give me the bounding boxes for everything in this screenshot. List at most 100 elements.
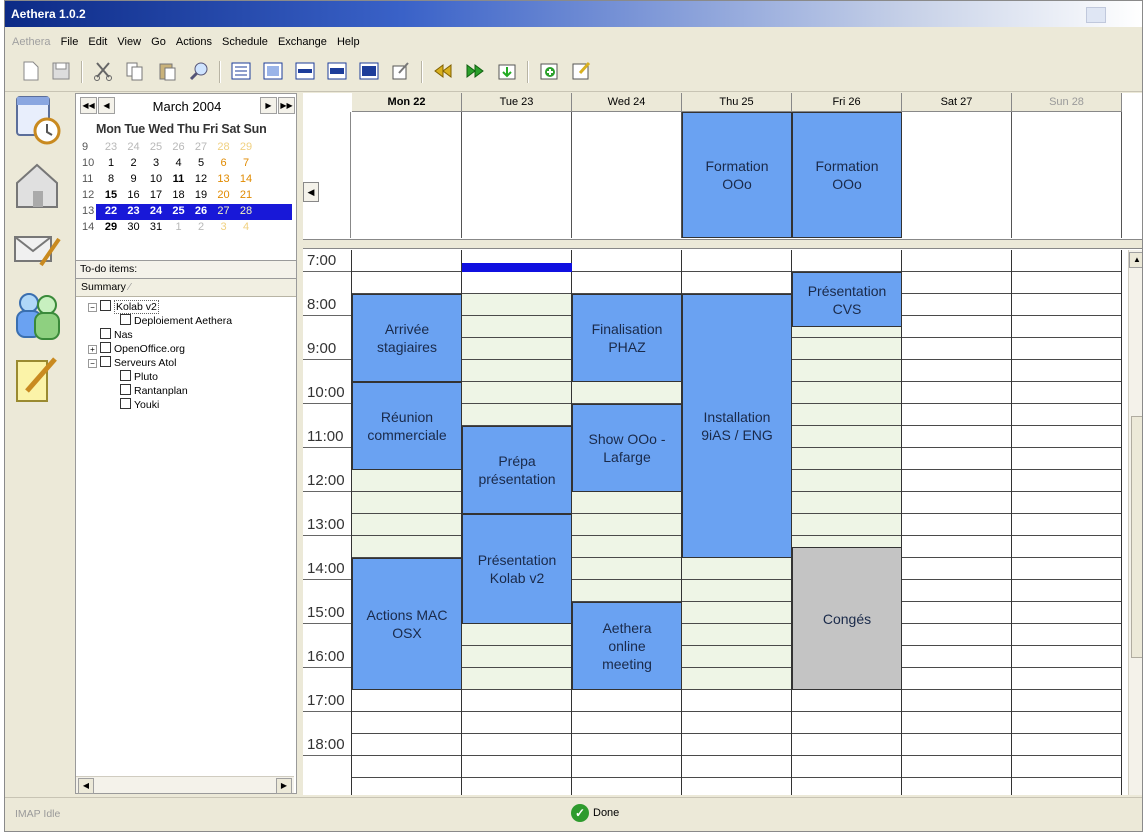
time-slot[interactable] [902,492,1011,514]
calendar-day[interactable]: 26 [190,205,212,217]
time-slot[interactable] [572,734,681,756]
copy-icon[interactable] [123,59,147,83]
add-appointment-icon[interactable] [537,59,561,83]
calendar-day[interactable]: 28 [235,205,257,217]
day-column[interactable] [792,250,902,795]
todo-item[interactable]: Serveurs Atol [100,356,176,369]
checkbox[interactable] [100,356,111,367]
calendar-day[interactable]: 30 [123,221,145,233]
calendar-day[interactable]: 27 [213,205,235,217]
time-slot[interactable] [1012,734,1121,756]
time-slot[interactable] [352,690,461,712]
calendar-event[interactable]: Arrivée stagiaires [352,294,462,382]
calendar-day[interactable]: 2 [123,157,145,169]
time-slot[interactable] [792,492,901,514]
day-header[interactable]: Thu 25 [682,93,792,112]
time-slot[interactable] [682,272,791,294]
day-header[interactable]: Mon 22 [352,93,462,112]
day-header[interactable]: Sat 27 [902,93,1012,112]
time-slot[interactable] [462,404,571,426]
calendar-day[interactable]: 12 [190,173,212,185]
time-slot[interactable] [462,646,571,668]
prev-month-button[interactable]: ◀ [98,97,115,114]
selection-bar[interactable] [462,263,572,272]
time-slot[interactable] [682,580,791,602]
time-slot[interactable] [902,580,1011,602]
time-slot[interactable] [1012,624,1121,646]
time-slot[interactable] [572,580,681,602]
time-slot[interactable] [462,624,571,646]
calendar-day[interactable]: 28 [213,141,235,153]
calendar-day[interactable]: 25 [145,141,167,153]
time-slot[interactable] [682,602,791,624]
calendar-day[interactable]: 5 [190,157,212,169]
time-slot[interactable] [902,756,1011,778]
today-icon[interactable] [495,59,519,83]
time-slot[interactable] [1012,426,1121,448]
contacts-icon[interactable] [11,289,63,341]
todo-item[interactable]: Rantanplan [120,384,188,397]
time-slot[interactable] [792,382,901,404]
calendar-event[interactable]: Installation 9iAS / ENG [682,294,792,558]
day-view-icon[interactable] [261,59,285,83]
calendar-day[interactable]: 24 [145,205,167,217]
time-slot[interactable] [902,448,1011,470]
time-slot[interactable] [352,536,461,558]
time-slot[interactable] [902,712,1011,734]
edit-icon[interactable] [389,59,413,83]
time-slot[interactable] [792,778,901,795]
scroll-right-icon[interactable]: ▶ [276,778,292,794]
time-slot[interactable] [352,712,461,734]
time-slot[interactable] [902,294,1011,316]
calendar-day[interactable]: 9 [123,173,145,185]
time-slot[interactable] [1012,470,1121,492]
horizontal-scrollbar[interactable]: ◀ ▶ [76,776,294,794]
time-slot[interactable] [902,558,1011,580]
prev-year-button[interactable]: ◀◀ [80,97,97,114]
day-column[interactable] [1012,250,1122,795]
checkbox[interactable] [120,370,131,381]
menu-schedule[interactable]: Schedule [222,31,268,53]
checkbox[interactable] [100,300,111,311]
scroll-left-icon[interactable]: ◀ [78,778,94,794]
time-slot[interactable] [792,360,901,382]
calendar-event[interactable]: Présentation Kolab v2 [462,514,572,624]
summary-column-header[interactable]: Summary ⁄ [76,279,296,297]
time-slot[interactable] [1012,250,1121,272]
calendar-day[interactable]: 17 [145,189,167,201]
calendar-day[interactable]: 4 [235,221,257,233]
time-slot[interactable] [792,250,901,272]
time-slot[interactable] [682,250,791,272]
expand-icon[interactable]: + [88,345,97,354]
allday-cell[interactable] [352,112,462,238]
time-slot[interactable] [352,250,461,272]
allday-cell[interactable] [902,112,1012,238]
save-icon[interactable] [49,59,73,83]
time-slot[interactable] [462,712,571,734]
time-slot[interactable] [902,404,1011,426]
time-slot[interactable] [792,712,901,734]
time-slot[interactable] [1012,756,1121,778]
calendar-event[interactable]: Réunion commerciale [352,382,462,470]
time-slot[interactable] [572,558,681,580]
time-slot[interactable] [1012,690,1121,712]
time-slot[interactable] [902,734,1011,756]
time-slot[interactable] [572,690,681,712]
calendar-day[interactable]: 3 [213,221,235,233]
month-view-icon[interactable] [357,59,381,83]
collapse-icon[interactable]: − [88,303,97,312]
time-slot[interactable] [682,734,791,756]
time-slot[interactable] [792,514,901,536]
time-slot[interactable] [1012,646,1121,668]
allday-cell[interactable] [572,112,682,238]
find-icon[interactable] [187,59,211,83]
day-column[interactable] [902,250,1012,795]
time-slot[interactable] [792,404,901,426]
calendar-day[interactable]: 26 [168,141,190,153]
calendar-day[interactable]: 21 [235,189,257,201]
time-slot[interactable] [902,470,1011,492]
time-slot[interactable] [462,668,571,690]
calendar-day[interactable]: 16 [123,189,145,201]
allday-cell[interactable] [462,112,572,238]
todo-item[interactable]: Deploiement Aethera [120,314,232,327]
